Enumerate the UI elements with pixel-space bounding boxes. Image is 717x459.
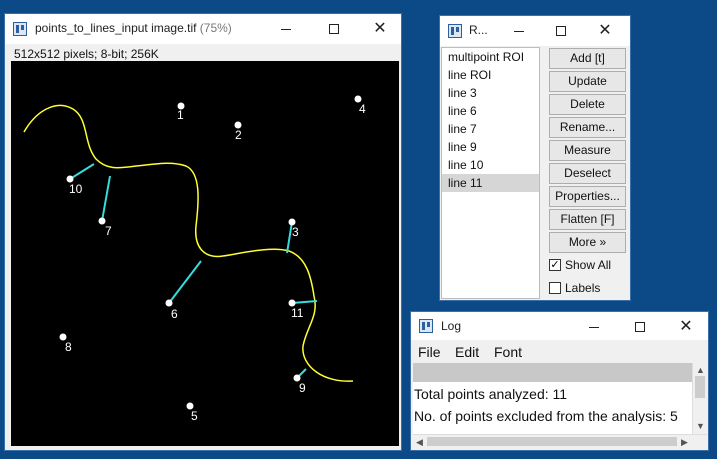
line-6 (168, 260, 202, 304)
image-window-title: points_to_lines_input image.tif (35, 21, 197, 35)
scroll-thumb-horizontal[interactable] (427, 437, 677, 446)
roi-list-item[interactable]: line 10 (442, 156, 539, 174)
maximize-icon (329, 24, 339, 35)
close-button[interactable]: ✕ (582, 16, 628, 46)
scroll-left-icon[interactable]: ◀ (416, 437, 423, 447)
measure-button[interactable]: Measure (549, 140, 626, 161)
roi-list[interactable]: multipoint ROI line ROI line 3 line 6 li… (441, 47, 540, 299)
minimize-icon (281, 28, 291, 30)
point-label: 4 (359, 102, 366, 116)
point-label: 1 (177, 108, 184, 122)
point-label: 10 (69, 182, 83, 196)
log-line: No. of points excluded from the analysis… (414, 408, 678, 424)
image-info: 512x512 pixels; 8-bit; 256K (14, 47, 159, 61)
scroll-right-icon[interactable]: ▶ (681, 437, 688, 447)
point-label: 3 (292, 225, 299, 239)
traced-curve (23, 104, 354, 382)
points (59, 95, 362, 410)
roi-list-item[interactable]: line 6 (442, 102, 539, 120)
point-label: 9 (299, 381, 306, 395)
roi-manager-titlebar[interactable]: R... ✕ (440, 16, 630, 46)
roi-list-item[interactable]: line ROI (442, 66, 539, 84)
connecting-lines (69, 163, 318, 379)
point-label: 5 (191, 409, 198, 423)
menu-font[interactable]: Font (494, 344, 522, 360)
zoom-level: (75%) (199, 21, 232, 35)
image-overlay: 1 2 3 4 5 6 7 8 9 10 11 (23, 95, 366, 423)
add-button[interactable]: Add [t] (549, 48, 626, 69)
minimize-icon (514, 30, 524, 32)
vertical-scrollbar[interactable]: ▲ ▼ (692, 363, 707, 434)
minimize-button[interactable] (496, 16, 542, 46)
roi-list-item[interactable]: line 3 (442, 84, 539, 102)
labels-checkbox[interactable] (549, 282, 561, 294)
maximize-icon (556, 26, 566, 37)
image-window-titlebar[interactable]: points_to_lines_input image.tif (75%) ✕ (5, 14, 401, 44)
minimize-icon (589, 326, 599, 328)
delete-button[interactable]: Delete (549, 94, 626, 115)
maximize-button[interactable] (538, 16, 584, 46)
imagej-icon (13, 22, 27, 36)
labels-label: Labels (565, 281, 601, 295)
maximize-button[interactable] (311, 14, 357, 44)
scroll-down-icon[interactable]: ▼ (696, 421, 705, 431)
point-label: 2 (235, 128, 242, 142)
close-icon: ✕ (598, 20, 612, 39)
checkmark-icon: ✓ (550, 259, 560, 271)
menu-edit[interactable]: Edit (455, 344, 479, 360)
log-line: Total points analyzed: 11 (414, 386, 568, 402)
close-icon: ✕ (373, 18, 387, 37)
image-window: points_to_lines_input image.tif (75%) ✕ … (4, 13, 402, 451)
log-titlebar[interactable]: Log ✕ (411, 312, 708, 340)
roi-list-item[interactable]: multipoint ROI (442, 48, 539, 66)
minimize-button[interactable] (263, 14, 309, 44)
scroll-up-icon[interactable]: ▲ (696, 365, 705, 375)
roi-list-item-selected[interactable]: line 11 (442, 174, 539, 192)
imagej-icon (448, 24, 462, 38)
log-header-bar (413, 363, 692, 382)
rename-button[interactable]: Rename... (549, 117, 626, 138)
roi-manager-title: R... (469, 23, 488, 37)
close-button[interactable]: ✕ (357, 14, 403, 44)
update-button[interactable]: Update (549, 71, 626, 92)
imagej-icon (419, 319, 433, 333)
horizontal-scrollbar[interactable]: ◀ ▶ (413, 434, 707, 448)
maximize-button[interactable] (617, 312, 663, 340)
maximize-icon (635, 322, 645, 333)
menu-file[interactable]: File (418, 344, 441, 360)
deselect-button[interactable]: Deselect (549, 163, 626, 184)
image-canvas[interactable]: 1 2 3 4 5 6 7 8 9 10 11 (11, 61, 399, 446)
point-label: 8 (65, 340, 72, 354)
flatten-button[interactable]: Flatten [F] (549, 209, 626, 230)
more-button[interactable]: More » (549, 232, 626, 253)
point-label: 6 (171, 307, 178, 321)
close-button[interactable]: ✕ (663, 312, 709, 340)
line-10 (69, 163, 95, 180)
scroll-thumb[interactable] (695, 376, 705, 398)
roi-list-item[interactable]: line 7 (442, 120, 539, 138)
roi-list-item[interactable]: line 9 (442, 138, 539, 156)
line-11 (291, 300, 318, 304)
log-window: Log ✕ File Edit Font Total points analyz… (410, 311, 709, 451)
show-all-checkbox[interactable]: ✓ (549, 259, 561, 271)
close-icon: ✕ (679, 316, 693, 335)
log-title: Log (441, 319, 462, 333)
point-6 (165, 299, 173, 307)
properties-button[interactable]: Properties... (549, 186, 626, 207)
show-all-label: Show All (565, 258, 612, 272)
line-7 (101, 175, 111, 222)
minimize-button[interactable] (571, 312, 617, 340)
point-label: 11 (291, 306, 304, 320)
point-label: 7 (105, 224, 112, 238)
